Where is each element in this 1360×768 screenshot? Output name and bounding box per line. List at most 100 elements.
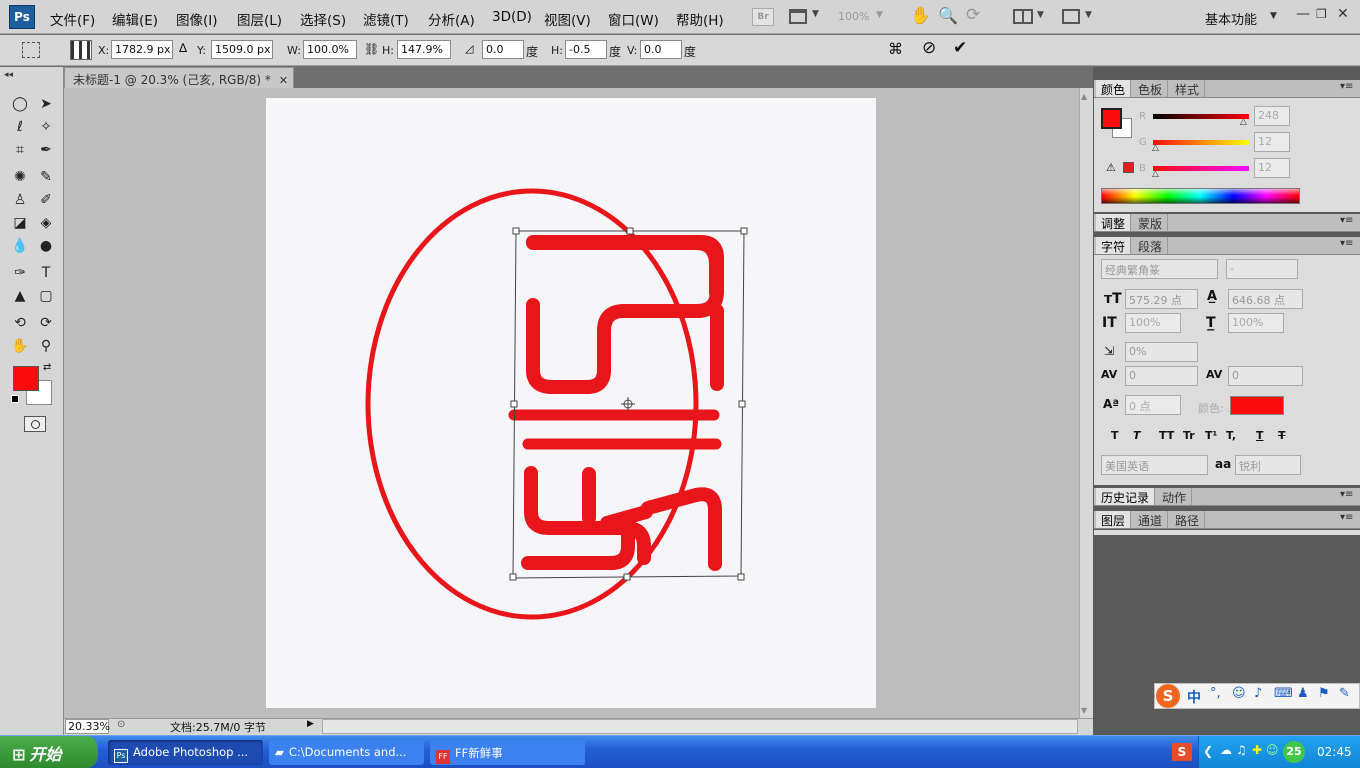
tracking-select[interactable]: 0 — [1228, 366, 1303, 386]
zoom-level-select[interactable]: 100% — [838, 10, 869, 23]
faux-bold-button[interactable]: T — [1111, 429, 1119, 442]
rotate-view-icon[interactable]: ⟳ — [966, 5, 980, 25]
superscript-button[interactable]: T¹ — [1205, 429, 1217, 442]
paint-bucket-icon[interactable]: ◈ — [36, 213, 56, 233]
slider-thumb-icon[interactable]: △ — [1240, 117, 1247, 127]
ellipse-marquee-icon[interactable]: ◯ — [10, 94, 30, 114]
font-size-select[interactable]: 575.29 点 — [1125, 289, 1198, 309]
screen-mode-icon[interactable] — [1062, 9, 1080, 24]
vertical-scrollbar[interactable] — [1079, 88, 1093, 718]
strikethrough-button[interactable]: T — [1278, 429, 1286, 442]
menu-view[interactable]: 视图(V) — [544, 9, 591, 29]
keyboard-icon[interactable]: ⌨ — [1274, 686, 1293, 701]
tab-layers[interactable]: 图层 — [1096, 511, 1132, 528]
tab-history[interactable]: 历史记录 — [1096, 488, 1156, 505]
start-button[interactable]: ⊞ 开始 — [0, 736, 98, 768]
tsume-select[interactable]: 0% — [1125, 342, 1198, 362]
document-tab[interactable]: 未标题-1 @ 20.3% (己亥, RGB/8) * ✕ — [64, 67, 294, 88]
text-color-swatch[interactable] — [1230, 396, 1284, 415]
app-tray-icon[interactable]: ☺ — [1266, 743, 1279, 757]
zoom-tool-icon[interactable]: 🔍 — [938, 6, 958, 25]
volume-icon[interactable]: ♫ — [1236, 743, 1247, 757]
gamut-color-swatch[interactable] — [1123, 162, 1134, 173]
history-brush-icon[interactable]: ✐ — [36, 190, 56, 210]
cancel-transform-icon[interactable]: ⊘ — [922, 38, 936, 58]
tab-channels[interactable]: 通道 — [1133, 511, 1169, 528]
panel-menu-icon[interactable]: ▾≡ — [1340, 215, 1353, 226]
blue-slider[interactable] — [1153, 166, 1249, 171]
rotate-angle-input[interactable]: 0.0 — [482, 40, 524, 59]
subscript-button[interactable]: T, — [1226, 429, 1236, 442]
tray-badge[interactable]: 25 — [1283, 741, 1305, 763]
user-icon[interactable]: ♟ — [1297, 686, 1309, 701]
menu-window[interactable]: 窗口(W) — [608, 9, 659, 29]
language-select[interactable]: 美国英语 — [1101, 455, 1208, 475]
tab-actions[interactable]: 动作 — [1157, 488, 1193, 505]
horizontal-scale-input[interactable]: 100% — [1228, 313, 1284, 333]
3d-rotate-icon[interactable]: ⟲ — [10, 313, 30, 333]
font-family-select[interactable]: 经典繁角篆 — [1101, 259, 1218, 279]
arrange-documents-icon[interactable] — [1013, 9, 1033, 24]
clone-stamp-icon[interactable]: ♙ — [10, 190, 30, 210]
task-photoshop[interactable]: Ps Adobe Photoshop ... — [108, 740, 263, 765]
x-position-input[interactable]: 1782.9 px — [111, 40, 173, 59]
menu-help[interactable]: 帮助(H) — [676, 9, 724, 29]
horizontal-skew-input[interactable]: -0.5 — [565, 40, 607, 59]
tab-paths[interactable]: 路径 — [1170, 511, 1206, 528]
task-explorer[interactable]: ▰ C:\Documents and... — [269, 740, 424, 765]
slider-thumb-icon[interactable]: △ — [1152, 169, 1159, 179]
task-ff[interactable]: FF FF新鲜事 — [430, 740, 585, 765]
tab-styles[interactable]: 样式 — [1170, 80, 1206, 97]
status-icon[interactable]: ⊙ — [117, 719, 125, 730]
crop-tool-icon[interactable]: ⌗ — [10, 140, 30, 160]
width-scale-input[interactable]: 100.0% — [303, 40, 357, 59]
pen-tool-icon[interactable]: ✑ — [10, 263, 30, 283]
panel-menu-icon[interactable]: ▾≡ — [1340, 81, 1353, 92]
default-colors-icon[interactable] — [11, 395, 19, 403]
screen-layout-icon[interactable] — [789, 9, 807, 24]
tab-color[interactable]: 颜色 — [1096, 80, 1132, 97]
red-value-input[interactable]: 248 — [1254, 106, 1290, 126]
blue-value-input[interactable]: 12 — [1254, 158, 1290, 178]
type-tool-icon[interactable]: T — [36, 263, 56, 283]
bridge-button[interactable]: Br — [752, 8, 774, 26]
security-icon[interactable]: ✚ — [1252, 743, 1262, 757]
underline-button[interactable]: T — [1256, 429, 1264, 442]
red-slider[interactable] — [1153, 114, 1249, 119]
vertical-scale-input[interactable]: 100% — [1125, 313, 1181, 333]
commit-transform-icon[interactable]: ✔ — [953, 38, 967, 58]
lasso-icon[interactable]: ℓ — [10, 117, 30, 137]
gamut-warning-icon[interactable]: ⚠ — [1106, 161, 1116, 174]
tab-masks[interactable]: 蒙版 — [1133, 214, 1169, 231]
shape-tool-icon[interactable]: ▢ — [36, 286, 56, 306]
menu-layer[interactable]: 图层(L) — [237, 9, 282, 29]
hand-tool-icon[interactable]: ✋ — [910, 6, 931, 26]
dodge-tool-icon[interactable]: ● — [36, 236, 56, 256]
color-spectrum-bar[interactable] — [1101, 188, 1300, 204]
menu-edit[interactable]: 编辑(E) — [112, 9, 158, 29]
status-menu-icon[interactable]: ▶ — [307, 719, 314, 729]
hand-tool-icon[interactable]: ✋ — [10, 336, 30, 356]
kerning-select[interactable]: 0 — [1125, 366, 1198, 386]
anti-alias-select[interactable]: 锐利 — [1235, 455, 1301, 475]
zoom-field[interactable]: 20.33% — [65, 719, 110, 734]
faux-italic-button[interactable]: T — [1133, 429, 1141, 442]
green-value-input[interactable]: 12 — [1254, 132, 1290, 152]
relative-position-icon[interactable]: ∆ — [179, 41, 187, 55]
eraser-icon[interactable]: ◪ — [10, 213, 30, 233]
vertical-skew-input[interactable]: 0.0 — [640, 40, 682, 59]
magic-wand-icon[interactable]: ✧ — [36, 117, 56, 137]
punctuation-icon[interactable]: °, — [1210, 686, 1221, 701]
tab-swatches[interactable]: 色板 — [1133, 80, 1169, 97]
swap-colors-icon[interactable]: ⇄ — [43, 362, 51, 373]
panel-menu-icon[interactable]: ▾≡ — [1340, 512, 1353, 523]
height-scale-input[interactable]: 147.9% — [397, 40, 451, 59]
close-tab-icon[interactable]: ✕ — [279, 74, 288, 87]
link-icon[interactable]: ⛓ — [364, 42, 379, 56]
menu-filter[interactable]: 滤镜(T) — [363, 9, 409, 29]
clock[interactable]: 02:45 — [1317, 745, 1352, 759]
slider-thumb-icon[interactable]: △ — [1152, 143, 1159, 153]
menu-file[interactable]: 文件(F) — [50, 9, 95, 29]
reference-point-icon[interactable] — [70, 40, 92, 60]
menu-analysis[interactable]: 分析(A) — [428, 9, 475, 29]
